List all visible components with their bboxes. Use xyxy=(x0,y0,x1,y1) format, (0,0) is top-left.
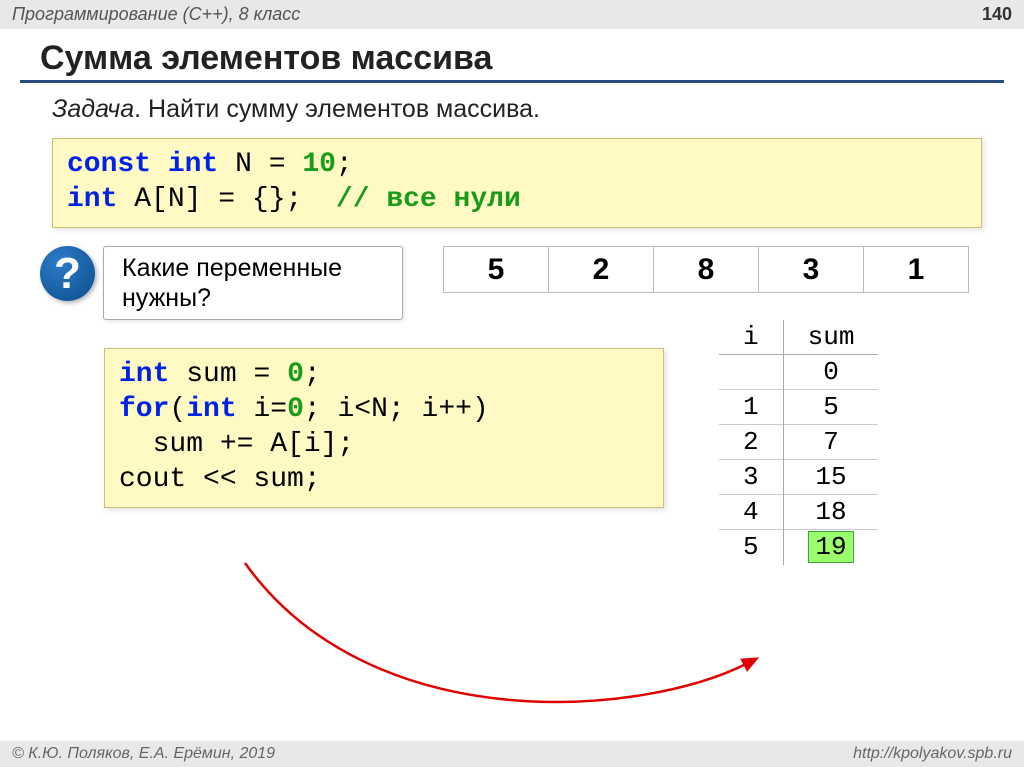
footer-copyright: © К.Ю. Поляков, Е.А. Ерёмин, 2019 xyxy=(12,745,275,763)
question-mark-icon: ? xyxy=(40,246,95,301)
cell-i: 2 xyxy=(719,425,783,460)
eq2: = xyxy=(218,184,235,215)
question-box: Какие переменные нужны? xyxy=(103,246,403,320)
th-sum: sum xyxy=(783,320,878,355)
arrow-connector xyxy=(240,558,790,718)
semi3: ; xyxy=(304,359,321,390)
semi: ; xyxy=(336,149,353,180)
mid-row: ? Какие переменные нужны? 5 2 8 3 1 xyxy=(40,246,1024,320)
slide-title: Сумма элементов массива xyxy=(40,39,984,78)
cell-sum: 18 xyxy=(783,495,878,530)
array-values-table: 5 2 8 3 1 xyxy=(443,246,969,293)
eq3: = xyxy=(253,359,270,390)
table-row: 15 xyxy=(719,390,878,425)
kw-int3: int xyxy=(119,359,169,390)
semi2: ; xyxy=(286,184,303,215)
cell-sum: 0 xyxy=(783,355,878,390)
table-row: 418 xyxy=(719,495,878,530)
task-label: Задача xyxy=(52,95,134,123)
num-10: 10 xyxy=(302,149,336,180)
table-row: 0 xyxy=(719,355,878,390)
th-i: i xyxy=(719,320,783,355)
arr-cell: 8 xyxy=(654,247,759,293)
for-body: sum += A[i]; xyxy=(119,429,354,460)
i-init: i= xyxy=(253,394,287,425)
arr-decl: A[N] xyxy=(134,184,201,215)
cell-sum: 15 xyxy=(783,460,878,495)
eq: = xyxy=(269,149,286,180)
cell-i: 5 xyxy=(719,530,783,565)
code-block-2: int sum = 0; for(int i=0; i<N; i++) sum … xyxy=(104,348,664,508)
cell-i: 3 xyxy=(719,460,783,495)
task-text: Задача. Найти сумму элементов массива. xyxy=(52,95,984,124)
table-row: 5 19 xyxy=(719,530,878,565)
cell-i: 1 xyxy=(719,390,783,425)
table-row: 315 xyxy=(719,460,878,495)
arr-cell: 5 xyxy=(444,247,549,293)
cell-i: 4 xyxy=(719,495,783,530)
paren: ( xyxy=(169,394,186,425)
cell-sum: 7 xyxy=(783,425,878,460)
num-0: 0 xyxy=(287,359,304,390)
kw-int4: int xyxy=(186,394,236,425)
footer-url: http://kpolyakov.spb.ru xyxy=(853,745,1012,763)
cout-line: cout << sum; xyxy=(119,464,321,495)
braces: {} xyxy=(252,184,286,215)
arr-cell: 1 xyxy=(864,247,969,293)
task-body: . Найти сумму элементов массива. xyxy=(134,95,540,123)
title-underline xyxy=(20,80,1004,83)
var-n: N xyxy=(235,149,252,180)
code-block-1: const int N = 10; int A[N] = {}; // все … xyxy=(52,138,982,228)
comment: // все нули xyxy=(336,184,521,215)
arr-cell: 2 xyxy=(549,247,654,293)
num-0b: 0 xyxy=(287,394,304,425)
bottom-row: int sum = 0; for(int i=0; i<N; i++) sum … xyxy=(52,320,1024,565)
kw-int: int xyxy=(168,149,218,180)
for-cond: ; i<N; i++) xyxy=(304,394,489,425)
cell-sum: 5 xyxy=(783,390,878,425)
header-course: Программирование (C++), 8 класс xyxy=(12,4,300,25)
highlighted-result: 19 xyxy=(808,531,853,563)
kw-int2: int xyxy=(67,184,117,215)
page-number: 140 xyxy=(982,4,1012,25)
cell-i xyxy=(719,355,783,390)
table-row: 27 xyxy=(719,425,878,460)
slide-footer: © К.Ю. Поляков, Е.А. Ерёмин, 2019 http:/… xyxy=(0,741,1024,767)
kw-const: const xyxy=(67,149,151,180)
trace-table: isum 0 15 27 315 418 519 xyxy=(719,320,878,565)
var-sum: sum xyxy=(186,359,236,390)
arr-cell: 3 xyxy=(759,247,864,293)
cell-sum: 19 xyxy=(783,530,878,565)
kw-for: for xyxy=(119,394,169,425)
slide-header: Программирование (C++), 8 класс 140 xyxy=(0,0,1024,29)
